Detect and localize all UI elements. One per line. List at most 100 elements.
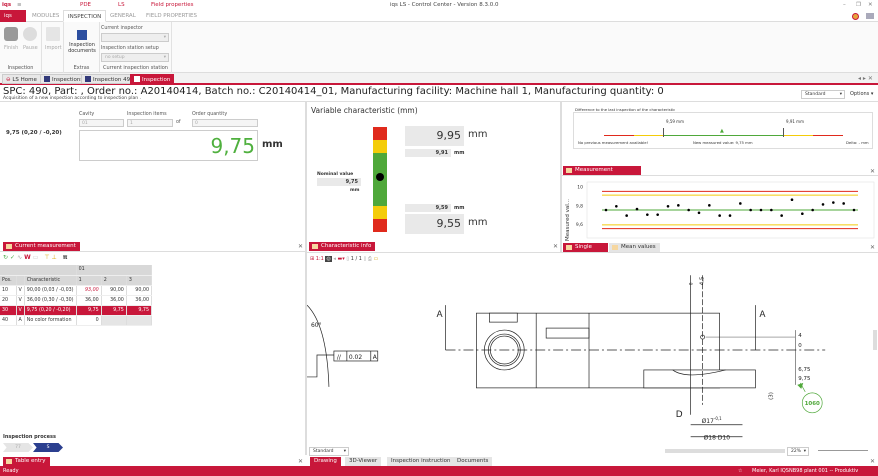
table-cell[interactable]: 10 <box>0 285 17 296</box>
context-tab-ls[interactable]: LS <box>118 2 125 8</box>
options-button[interactable]: Options ▾ <box>850 91 873 97</box>
next-page-icon[interactable]: ▯ <box>364 256 367 262</box>
fit-icon[interactable]: ⊞ <box>310 256 314 262</box>
variable-title: Variable characteristic (mm) <box>311 106 418 115</box>
close-icon[interactable]: ✕ <box>870 458 875 465</box>
comment-icon[interactable]: ▭ <box>33 254 41 261</box>
refresh-icon[interactable]: ↻ <box>3 254 10 261</box>
tab-modules[interactable]: MODULES <box>28 10 63 22</box>
status-bar: Ready ☆ Meier, Karl IQSNB98 plant 001 --… <box>0 466 878 476</box>
mean-values-tab[interactable]: Mean values <box>609 243 660 252</box>
process-step-current[interactable]: S <box>33 443 63 452</box>
close-icon[interactable]: ✕ <box>870 244 875 251</box>
table-cell[interactable]: 93,00 <box>76 285 102 296</box>
items-field[interactable]: 1 <box>127 119 173 127</box>
table-cell[interactable]: A <box>16 315 25 326</box>
setup-select[interactable]: no setup <box>101 53 169 62</box>
doc-tab-inspection[interactable]: Inspection <box>130 74 175 84</box>
prev-page-icon[interactable]: ◂ <box>333 256 336 262</box>
table-cell[interactable]: 36,00 <box>101 295 127 306</box>
page-icon[interactable]: ▯ <box>346 256 349 262</box>
table-cell[interactable]: 0 <box>76 315 102 326</box>
table-row[interactable]: 40 A No color formation 0 <box>0 315 153 326</box>
table-row[interactable]: 30 V 9,75 (0,20 / -0,20) 9,75 9,75 9,75 <box>0 305 153 316</box>
table-cell[interactable]: 9,75 <box>101 305 127 316</box>
close-icon[interactable]: ✕ <box>870 168 875 175</box>
documents-tab[interactable]: Documents <box>453 457 493 466</box>
layout-icon[interactable] <box>866 13 874 19</box>
table-row[interactable]: 10 V 90,00 (0,03 / -0,03) 93,00 90,00 90,00 <box>0 285 153 296</box>
align-bottom-icon[interactable]: ⊥ <box>52 254 59 261</box>
table-cell[interactable]: 40 <box>0 315 17 326</box>
tab-field-properties[interactable]: FIELD PROPERTIES <box>142 10 201 22</box>
close-icon[interactable]: ✕ <box>298 458 303 465</box>
table-entry-tab[interactable]: Table entry <box>3 457 50 466</box>
table-row[interactable]: 20 V 36,00 (0,30 / -0,30) 36,00 36,00 36,00 <box>0 295 153 306</box>
drawing-view-select[interactable]: Standard <box>309 447 349 456</box>
table-cell[interactable]: 9,75 (0,20 / -0,20) <box>24 305 77 316</box>
dimension-0-top: 0 <box>689 282 695 285</box>
tab-iqs-caq[interactable]: iqs CAQ <box>0 10 26 31</box>
note-icon[interactable]: ▭ <box>374 256 379 262</box>
table-cell[interactable]: No color formation <box>24 315 77 326</box>
zoom-slider[interactable] <box>818 450 868 451</box>
inspector-select[interactable] <box>101 33 169 42</box>
process-step[interactable]: 77 <box>3 443 33 452</box>
zoom-icon[interactable]: 1:1 <box>316 256 324 262</box>
zoom-select[interactable]: 22% <box>787 447 809 456</box>
close-icon[interactable]: ✕ <box>553 243 558 250</box>
print-icon[interactable]: ⎙ <box>368 256 372 262</box>
characteristic-info-tab[interactable]: Characteristic info <box>309 242 376 251</box>
notification-icon[interactable] <box>852 13 859 20</box>
table-cell[interactable]: 90,00 <box>126 285 153 296</box>
tab-nav-icons[interactable]: ◂ ▸ ✕ <box>858 75 873 82</box>
table-cell[interactable]: 20 <box>0 295 17 306</box>
doc-tab-ls-home[interactable]: ⊖ LS Home <box>2 74 41 84</box>
table-cell[interactable]: 9,75 <box>126 305 153 316</box>
table-cell[interactable]: 90,00 (0,03 / -0,03) <box>24 285 77 296</box>
measurement-input[interactable]: 9,75 <box>79 130 258 161</box>
table-cell[interactable]: 36,00 <box>126 295 153 306</box>
quick-access-menu[interactable]: ≡ <box>17 2 22 8</box>
close-button[interactable]: ✕ <box>868 2 873 8</box>
horizontal-scrollbar[interactable] <box>665 449 785 453</box>
close-icon[interactable]: ✕ <box>298 243 303 250</box>
table-cell[interactable]: 90,00 <box>101 285 127 296</box>
finish-button[interactable]: Finish <box>4 27 18 51</box>
inspection-documents-button[interactable]: Inspection documents <box>66 30 98 54</box>
align-top-icon[interactable]: ⊤ <box>44 254 51 261</box>
drawing-tab[interactable]: Drawing <box>310 457 341 466</box>
table-cell[interactable]: 9,75 <box>76 305 102 316</box>
cavity-field[interactable]: 01 <box>79 119 124 127</box>
table-cell[interactable]: 30 <box>0 305 17 316</box>
table-cell[interactable]: V <box>16 295 25 306</box>
pause-button[interactable]: Pause <box>23 27 38 51</box>
tab-general[interactable]: GENERAL <box>106 10 140 22</box>
w-icon[interactable]: W <box>24 254 33 261</box>
check-icon[interactable]: ✓ <box>10 254 17 261</box>
table-cell[interactable]: V <box>16 285 25 296</box>
measurement-comparison-tab[interactable]: Measurement comparison <box>563 166 641 182</box>
tab-inspection[interactable]: INSPECTION <box>63 10 107 22</box>
layer-icon[interactable]: ▬▾ <box>338 256 345 262</box>
table-cell[interactable]: 36,00 (0,30 / -0,30) <box>24 295 77 306</box>
order-qty-field[interactable]: 0 <box>192 119 258 127</box>
vertical-scrollbar[interactable] <box>873 330 877 350</box>
3d-viewer-tab[interactable]: 3D-Viewer <box>345 457 382 466</box>
minimize-button[interactable]: – <box>843 2 846 8</box>
target-icon[interactable]: ◎ <box>325 256 332 262</box>
view-select[interactable]: Standard <box>801 90 845 99</box>
table-cell[interactable] <box>101 315 127 326</box>
current-measurement-tab[interactable]: Current measurement <box>3 242 80 251</box>
restore-button[interactable]: ❐ <box>856 2 861 8</box>
context-tab-pde[interactable]: PDE <box>80 2 91 8</box>
context-tab-field-properties[interactable]: Field properties <box>151 2 194 8</box>
table-cell[interactable] <box>126 315 153 326</box>
import-button[interactable]: Import <box>45 27 62 51</box>
table-cell[interactable]: 36,00 <box>76 295 102 306</box>
inspection-instruction-tab[interactable]: Inspection instruction <box>387 457 455 466</box>
dimension-9-75: 9,75 <box>798 376 810 382</box>
pi-icon[interactable]: π <box>63 254 70 261</box>
table-cell[interactable]: V <box>16 305 25 316</box>
single-values-tab[interactable]: Single values <box>563 243 608 259</box>
